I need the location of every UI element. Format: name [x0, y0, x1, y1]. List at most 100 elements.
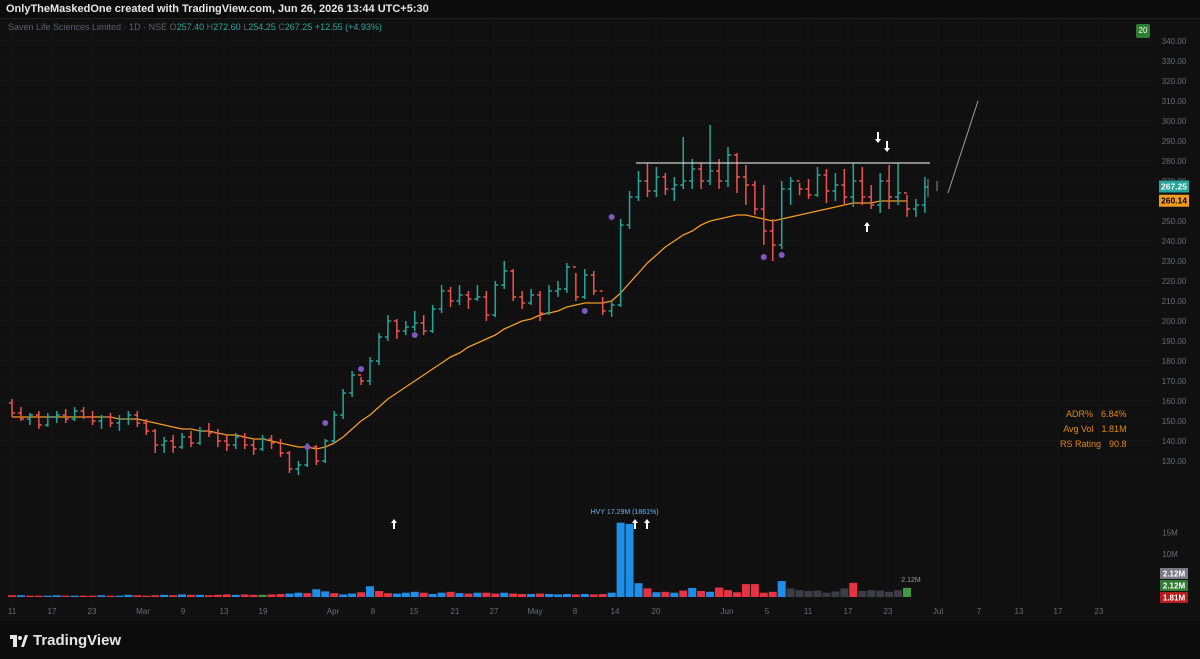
ohlc-bar	[456, 285, 463, 305]
time-tick-label: 11	[8, 607, 17, 616]
signal-dot	[358, 366, 365, 372]
price-tick-label: 180.00	[1162, 357, 1187, 366]
ohlc-bar	[501, 261, 508, 289]
ohlc-bar	[760, 185, 767, 245]
bottom-bar: TradingView	[0, 621, 1200, 659]
volume-bar	[473, 592, 482, 597]
ohlc-bar	[402, 321, 409, 335]
volume-bar	[518, 593, 527, 597]
ohlc-bar	[626, 191, 633, 229]
ohlc-bar	[814, 167, 821, 197]
ohlc-bar	[358, 374, 365, 385]
volume-bar	[688, 587, 697, 597]
volume-bar	[813, 590, 822, 597]
ohlc-bar	[510, 269, 517, 301]
projection-line	[947, 100, 979, 194]
open-label: O	[169, 22, 177, 32]
volume-bar	[697, 590, 706, 597]
volume-bar	[437, 592, 446, 597]
volume-bar	[768, 591, 777, 597]
symbol-legend[interactable]: Saven Life Sciences Limited · 1D · NSE O…	[8, 22, 382, 32]
volume-bar	[303, 593, 312, 597]
volume-bar	[562, 593, 571, 597]
ohlc-bar	[322, 439, 329, 463]
ohlc-bar	[447, 287, 454, 307]
hvy-label: HVY 17.29M (1861%)	[591, 509, 659, 516]
ohlc-bar	[393, 319, 400, 339]
time-tick-label: 13	[220, 607, 229, 616]
volume-bar	[840, 588, 849, 597]
ohlc-bar	[465, 291, 472, 309]
volume-bar	[894, 590, 903, 597]
low-value: 254.25	[248, 22, 276, 32]
annotations: HVY 17.29M (1861%) 2.12M	[304, 100, 979, 584]
volume-bar	[312, 589, 321, 597]
ohlc-bar	[223, 435, 230, 451]
ohlc-bar	[277, 439, 284, 457]
volume-bar	[795, 590, 804, 597]
price-tick-label: 170.00	[1162, 377, 1187, 386]
time-tick-label: Apr	[327, 607, 340, 616]
volume-bar	[267, 594, 276, 597]
ohlc-bar	[581, 269, 588, 299]
price-tick-label: 140.00	[1162, 437, 1187, 446]
volume-bar	[571, 594, 580, 597]
volume-bar	[876, 590, 885, 597]
price-tick-label: 240.00	[1162, 237, 1187, 246]
price-tick-label: 280.00	[1162, 157, 1187, 166]
volume-bar	[419, 592, 428, 597]
arrow-head	[864, 222, 870, 226]
volume-bar	[580, 593, 589, 597]
timeframe-badge[interactable]: 20	[1136, 24, 1150, 38]
volume-bar	[285, 593, 294, 597]
up-arrow-icon	[864, 222, 870, 232]
ohlc-bar	[841, 169, 848, 205]
ohlc-bar	[868, 185, 875, 209]
volume-bar	[867, 590, 876, 597]
ohlc-bar	[796, 180, 803, 195]
volume-bar	[741, 584, 750, 597]
volume-bar	[661, 591, 670, 597]
ohlc-bar	[170, 435, 177, 453]
price-tick-label: 290.00	[1162, 137, 1187, 146]
ohlc-bar	[492, 281, 499, 317]
ohlc-bar	[196, 427, 203, 445]
ohlc-bar	[384, 315, 391, 341]
ohlc-bar	[214, 429, 221, 447]
ma-price-tag-label: 260.14	[1161, 196, 1187, 206]
volume-bar	[482, 592, 491, 597]
price-tick-label: 310.00	[1162, 97, 1187, 106]
price-axis: 130.00 140.00 150.00 160.00 170.00 180.00 190.…	[1159, 37, 1189, 603]
change-value: +12.55 (+4.93%)	[314, 22, 382, 32]
ohlc-bar	[653, 167, 660, 197]
volume-bar	[258, 594, 267, 597]
adr-label: ADR%	[1066, 409, 1094, 419]
ohlc-bar	[546, 285, 552, 315]
volume-bar	[133, 595, 142, 597]
grid	[0, 18, 1158, 603]
ohlc-bar	[340, 389, 347, 419]
ohlc-bar	[375, 333, 382, 365]
ohlc-bar	[107, 413, 114, 427]
ohlc-bars	[9, 125, 938, 475]
volume-bar	[715, 587, 724, 597]
time-tick-label: 9	[181, 607, 186, 616]
volume-bar	[222, 594, 231, 597]
price-chart[interactable]: HVY 17.29M (1861%) 2.12M 130.00 140.00 150.…	[0, 18, 1200, 621]
ohlc-bar	[644, 163, 651, 197]
arrow-head	[884, 148, 890, 152]
volume-bar	[124, 594, 133, 597]
volume-bar	[204, 595, 213, 597]
volume-bar	[589, 594, 598, 597]
time-tick-label: May	[527, 607, 542, 616]
ohlc-bar	[698, 163, 705, 189]
tradingview-logo[interactable]: TradingView	[10, 632, 121, 649]
signal-dot	[778, 252, 785, 258]
ohlc-bar	[116, 415, 123, 431]
volume-bar	[160, 594, 169, 597]
price-tick-label: 320.00	[1162, 77, 1187, 86]
ohlc-bar	[805, 179, 812, 199]
arrow-head	[632, 519, 638, 523]
volume-bar	[527, 593, 536, 597]
volume-bar	[786, 588, 795, 597]
